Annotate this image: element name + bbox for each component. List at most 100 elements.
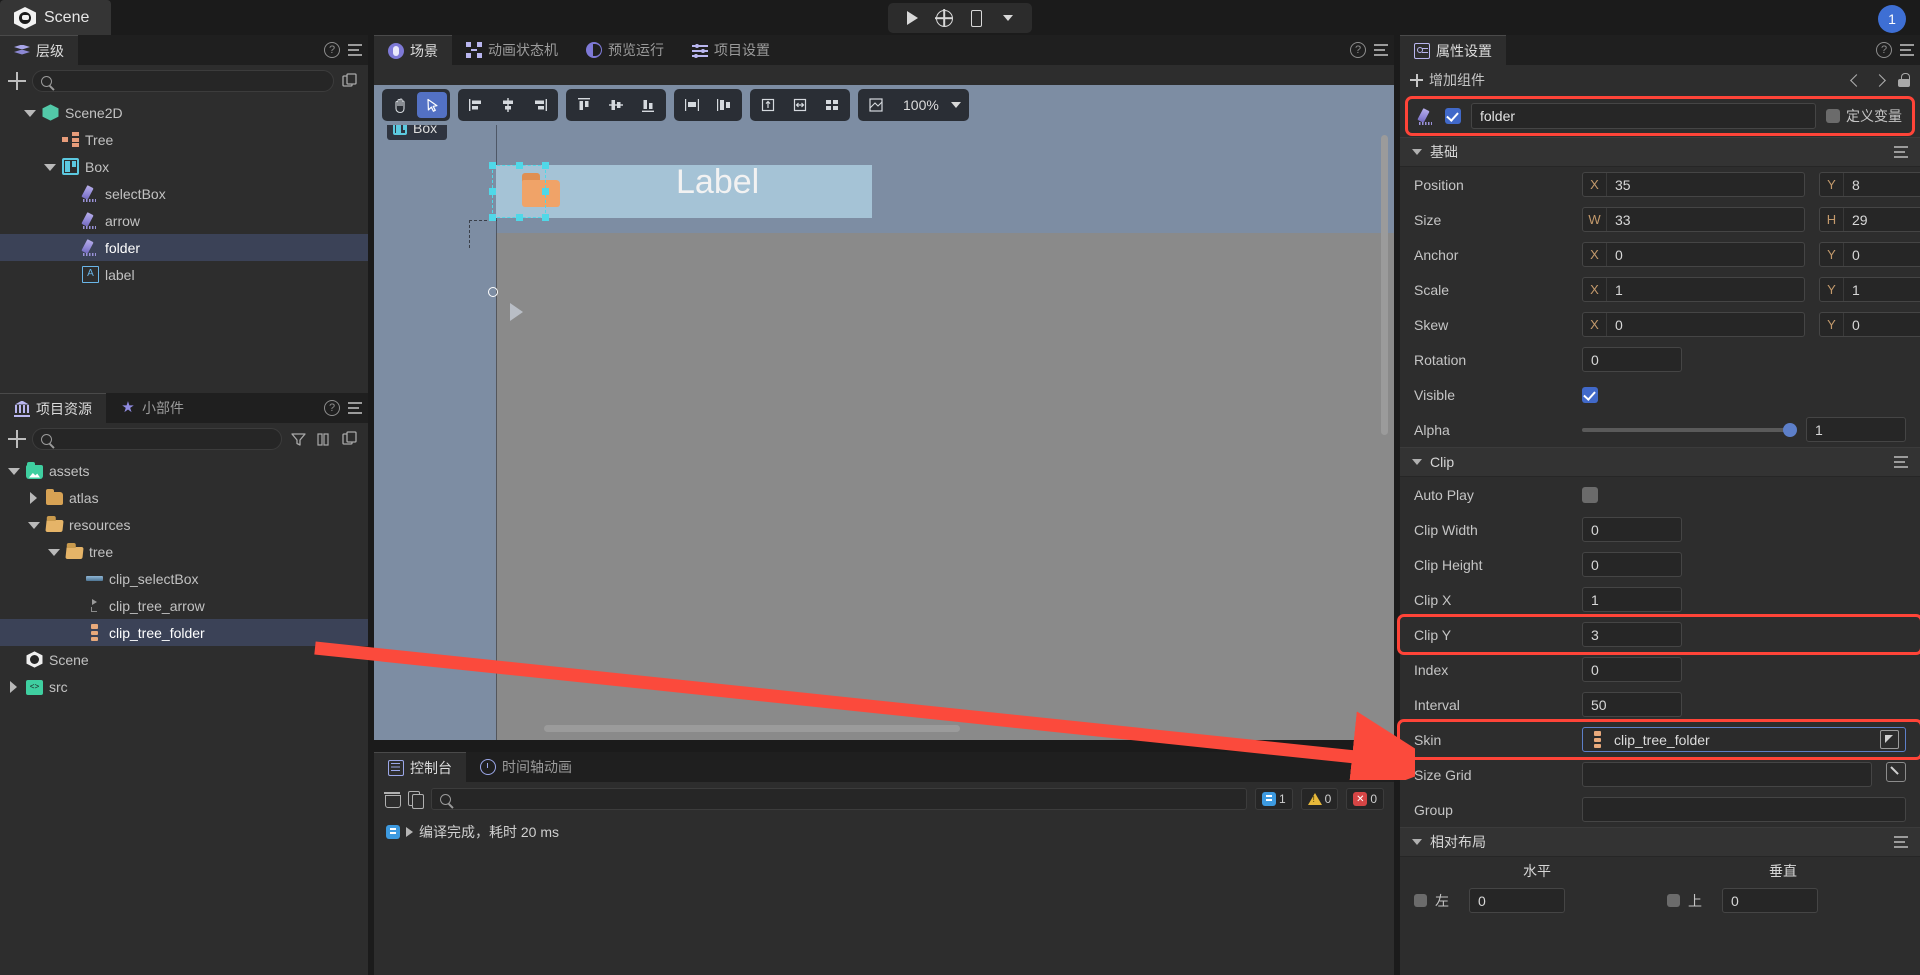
property-auto-play-checkbox[interactable]: [1582, 487, 1598, 503]
property-size-x-input[interactable]: [1607, 212, 1804, 228]
properties-menu-icon[interactable]: [1900, 44, 1914, 56]
box-node-rect[interactable]: Label: [496, 165, 872, 218]
chevron-down-icon[interactable]: [951, 102, 961, 108]
tab-properties[interactable]: 属性设置: [1400, 35, 1506, 65]
tab-timeline-animation[interactable]: 时间轴动画: [466, 752, 586, 782]
scene-canvas[interactable]: Box Label: [374, 125, 1394, 740]
property-interval-field[interactable]: [1582, 692, 1682, 717]
resize-handle-bl[interactable]: [489, 214, 496, 221]
property-anchor-x-field[interactable]: X: [1582, 242, 1805, 267]
tree-node-atlas[interactable]: atlas: [0, 484, 368, 511]
property-index-field[interactable]: [1582, 657, 1682, 682]
tree-node-tree[interactable]: Tree: [0, 126, 368, 153]
chevron-down-icon[interactable]: [24, 107, 36, 119]
section-basic-header[interactable]: 基础: [1400, 137, 1920, 167]
align-right-button[interactable]: [525, 92, 555, 118]
tab-console[interactable]: 控制台: [374, 752, 466, 782]
property-skew-y-field[interactable]: Y: [1819, 312, 1920, 337]
section-clip-menu-icon[interactable]: [1894, 456, 1908, 468]
property-clip-y-field[interactable]: [1582, 622, 1682, 647]
property-interval-input[interactable]: [1583, 697, 1681, 713]
align-center-horizontal-button[interactable]: [493, 92, 523, 118]
property-scale-y-field[interactable]: Y: [1819, 277, 1920, 302]
section-clip-header[interactable]: Clip: [1400, 447, 1920, 477]
property-rotation-input[interactable]: [1583, 352, 1681, 368]
tree-node-label[interactable]: label: [0, 261, 368, 288]
notification-badge[interactable]: 1: [1878, 5, 1906, 33]
property-clip-x-input[interactable]: [1583, 592, 1681, 608]
resize-handle-mr[interactable]: [542, 188, 549, 195]
skin-picker-icon[interactable]: [1880, 730, 1899, 749]
tab-scene[interactable]: 场景: [374, 35, 452, 65]
tree-node-selectbox[interactable]: selectBox: [0, 180, 368, 207]
resize-handle-tl[interactable]: [489, 162, 496, 169]
component-name-input[interactable]: [1471, 103, 1816, 129]
console-log-row[interactable]: 编译完成，耗时 20 ms: [374, 816, 1394, 848]
select-tool-button[interactable]: [417, 92, 447, 118]
assets-columns-icon[interactable]: [314, 429, 334, 449]
lock-icon[interactable]: [1898, 73, 1910, 87]
property-position-y-input[interactable]: [1844, 177, 1920, 193]
relative-top-input[interactable]: [1723, 893, 1817, 909]
warning-counter[interactable]: 0: [1301, 788, 1339, 810]
resize-handle-tr[interactable]: [542, 162, 549, 169]
define-variable-checkbox[interactable]: [1826, 109, 1840, 123]
property-group-field[interactable]: [1582, 797, 1906, 822]
distribute-horizontal-button[interactable]: [677, 92, 707, 118]
property-index-input[interactable]: [1583, 662, 1681, 678]
property-clip-y-input[interactable]: [1583, 627, 1681, 643]
property-anchor-x-input[interactable]: [1607, 247, 1804, 263]
assets-search-box[interactable]: [32, 428, 282, 450]
property-alpha-field[interactable]: [1806, 417, 1906, 442]
align-middle-vertical-button[interactable]: [601, 92, 631, 118]
chevron-right-icon[interactable]: [8, 681, 20, 693]
tree-node-assets[interactable]: assets: [0, 457, 368, 484]
error-counter[interactable]: ✕ 0: [1346, 788, 1384, 810]
resize-handle-bc[interactable]: [516, 214, 523, 221]
tab-widgets[interactable]: ★ 小部件: [106, 393, 198, 423]
tree-node-scene[interactable]: Scene: [0, 646, 368, 673]
property-clip-height-field[interactable]: [1582, 552, 1682, 577]
distribute-vertical-button[interactable]: [709, 92, 739, 118]
relative-left-checkbox[interactable]: [1414, 894, 1427, 907]
help-icon[interactable]: ?: [324, 42, 340, 58]
tree-node-resources[interactable]: resources: [0, 511, 368, 538]
property-position-y-field[interactable]: Y: [1819, 172, 1920, 197]
add-asset-button[interactable]: [8, 430, 26, 448]
canvas-vertical-scrollbar[interactable]: [1381, 135, 1388, 435]
tree-node-tree[interactable]: tree: [0, 538, 368, 565]
property-position-x-input[interactable]: [1607, 177, 1804, 193]
resize-handle-ml[interactable]: [489, 188, 496, 195]
selection-marquee[interactable]: [492, 165, 546, 218]
property-group-input[interactable]: [1583, 802, 1905, 818]
canvas-label-text[interactable]: Label: [676, 163, 759, 202]
property-skew-x-input[interactable]: [1607, 317, 1804, 333]
edit-pen-icon[interactable]: [1886, 762, 1906, 782]
tree-node-scene2d[interactable]: Scene2D: [0, 99, 368, 126]
clear-console-icon[interactable]: [384, 791, 400, 807]
property-alpha-input[interactable]: [1807, 422, 1905, 438]
align-bottom-button[interactable]: [633, 92, 663, 118]
chevron-down-icon[interactable]: [8, 465, 20, 477]
property-skin-field[interactable]: clip_tree_folder: [1582, 727, 1906, 752]
property-skew-y-input[interactable]: [1844, 317, 1920, 333]
chevron-down-icon[interactable]: [48, 546, 60, 558]
component-enabled-checkbox[interactable]: [1445, 108, 1461, 124]
console-menu-icon[interactable]: [1374, 761, 1388, 773]
device-preview-button[interactable]: [962, 7, 990, 29]
hierarchy-search-input[interactable]: [58, 74, 325, 89]
define-variable-option[interactable]: 定义变量: [1826, 106, 1902, 126]
resize-handle-tc[interactable]: [516, 162, 523, 169]
add-component-button[interactable]: 增加组件: [1410, 70, 1485, 90]
chevron-right-icon[interactable]: [28, 492, 40, 504]
property-clip-width-field[interactable]: [1582, 517, 1682, 542]
match-width-button[interactable]: [785, 92, 815, 118]
hierarchy-menu-icon[interactable]: [348, 44, 362, 56]
tree-node-clip-tree-folder[interactable]: clip_tree_folder: [0, 619, 368, 646]
tree-node-folder[interactable]: folder: [0, 234, 368, 261]
property-anchor-y-input[interactable]: [1844, 247, 1920, 263]
chevron-down-icon[interactable]: [28, 519, 40, 531]
hand-tool-button[interactable]: [385, 92, 415, 118]
copy-log-icon[interactable]: [408, 791, 423, 807]
property-scale-x-field[interactable]: X: [1582, 277, 1805, 302]
